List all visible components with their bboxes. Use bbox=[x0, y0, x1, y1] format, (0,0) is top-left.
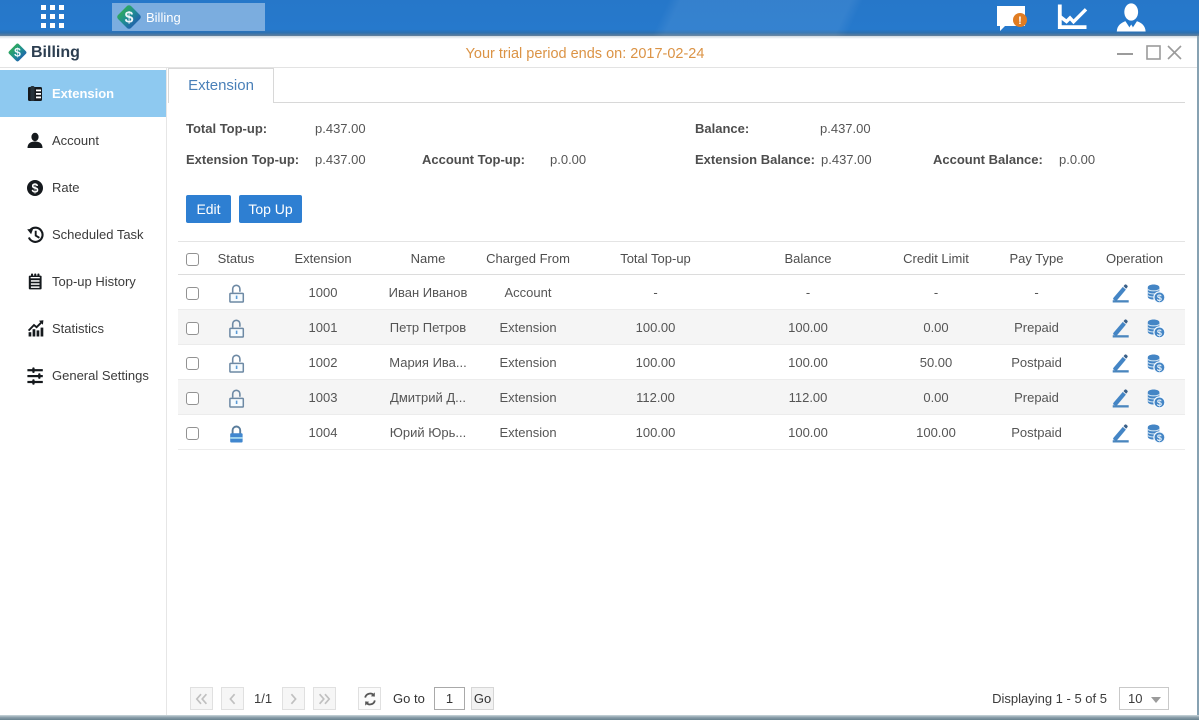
svg-text:$: $ bbox=[125, 9, 134, 26]
svg-text:$: $ bbox=[32, 181, 39, 195]
svg-text:!: ! bbox=[1018, 15, 1022, 27]
